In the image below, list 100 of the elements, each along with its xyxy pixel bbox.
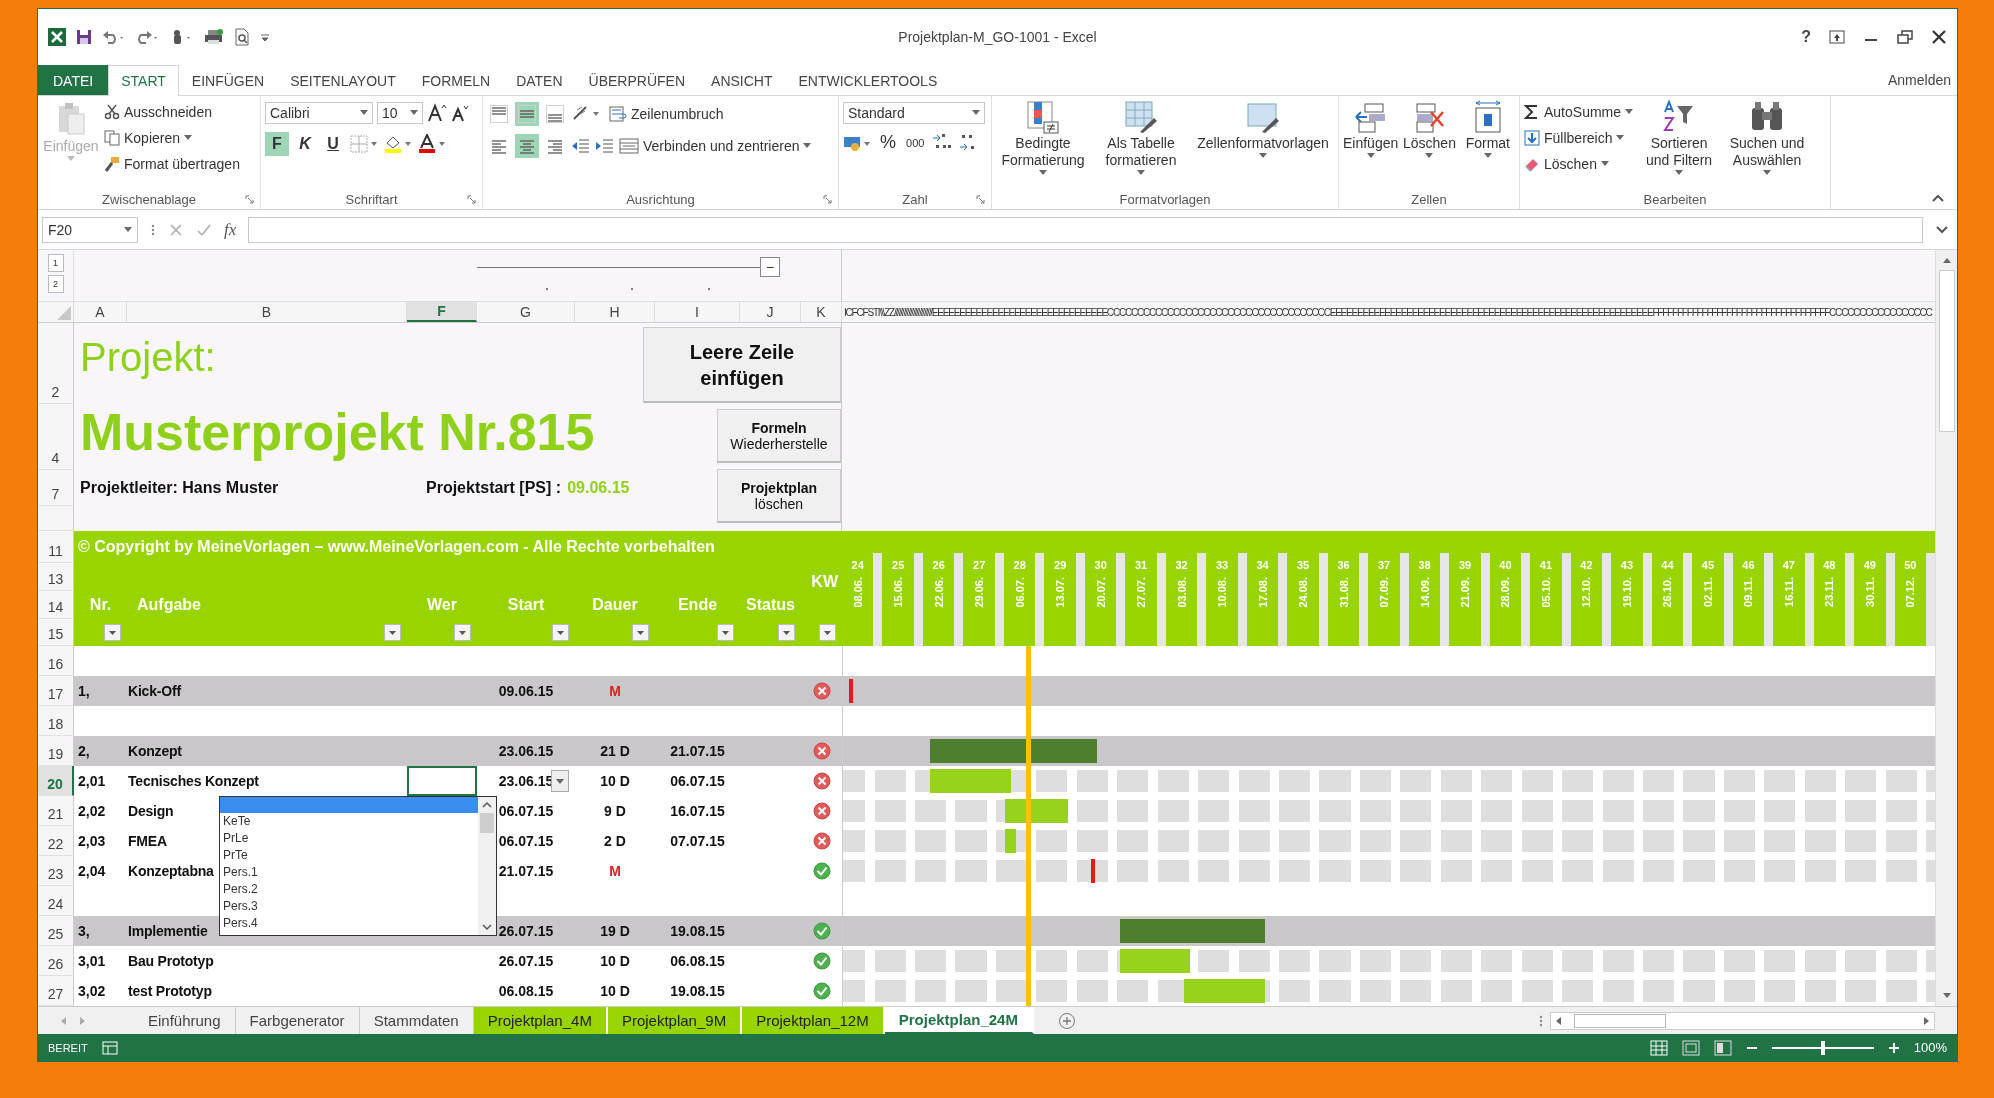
scrollbar-thumb[interactable] xyxy=(480,813,494,833)
help-button[interactable]: ? xyxy=(1801,28,1811,46)
thousands-separator-button[interactable]: 000 xyxy=(903,136,928,149)
row-header[interactable]: 14 xyxy=(38,591,74,619)
dropdown-item[interactable]: Pers.2 xyxy=(220,881,478,898)
dialog-launcher-icon[interactable] xyxy=(245,195,254,204)
row-header[interactable]: 18 xyxy=(38,706,74,736)
page-break-icon[interactable] xyxy=(1713,1039,1732,1056)
editing-button[interactable]: Füllbereich xyxy=(1524,126,1634,150)
outline-collapse-button[interactable]: − xyxy=(760,257,780,277)
scrollbar-thumb[interactable] xyxy=(1938,270,1955,432)
insert-function-button[interactable]: fx xyxy=(224,219,237,240)
dropdown-item[interactable]: PrTe xyxy=(220,847,478,864)
row-header[interactable]: 15 xyxy=(38,619,74,646)
filter-dropdown-icon[interactable] xyxy=(632,624,649,641)
font-family-field[interactable]: Calibri xyxy=(265,102,373,124)
close-icon[interactable] xyxy=(1931,30,1947,44)
column-header[interactable]: I xyxy=(655,302,740,322)
ribbon-tab[interactable]: EINFÜGEN xyxy=(178,65,278,95)
macro-record-icon[interactable] xyxy=(101,1040,118,1055)
outline-level-button[interactable]: 2 xyxy=(47,275,64,293)
row-header[interactable]: 26 xyxy=(38,946,74,976)
ribbon-display-icon[interactable] xyxy=(1829,30,1845,44)
font-style-button[interactable]: U xyxy=(321,132,345,156)
cell-dropdown-icon[interactable] xyxy=(551,770,569,792)
scrollbar-thumb[interactable] xyxy=(1574,1013,1666,1028)
customize-caret-icon[interactable] xyxy=(260,32,270,42)
font-style-button[interactable]: K xyxy=(293,132,317,156)
dropdown-item[interactable]: KeTe xyxy=(220,813,478,830)
row-header[interactable]: 22 xyxy=(38,826,74,856)
outline-level-button[interactable]: 1 xyxy=(47,254,64,272)
editing-button[interactable]: AutoSumme xyxy=(1524,100,1634,124)
dropdown-list[interactable]: KeTe PrLe PrTe Pers.1 Pers.2 Pers.3 Pers.4 xyxy=(219,796,497,936)
normal-view-icon[interactable] xyxy=(1649,1039,1668,1056)
ribbon-tab[interactable]: SEITENLAYOUT xyxy=(277,65,409,95)
dropdown-item[interactable]: PrLe xyxy=(220,830,478,847)
ribbon-tab[interactable]: START xyxy=(108,65,179,96)
styles-button[interactable]: Zellenformatvorlagen xyxy=(1192,100,1334,159)
vertical-align-button[interactable] xyxy=(515,102,539,126)
dropdown-item[interactable]: Pers.1 xyxy=(220,864,478,881)
restore-icon[interactable] xyxy=(1897,30,1913,44)
ribbon-tab[interactable]: FORMELN xyxy=(408,65,504,95)
row-header[interactable]: 7 xyxy=(38,470,74,506)
page-layout-icon[interactable] xyxy=(1681,1039,1700,1056)
grow-font-icon[interactable] xyxy=(427,103,447,123)
row-header[interactable]: 24 xyxy=(38,886,74,916)
expand-caret-icon[interactable] xyxy=(1935,224,1949,235)
split-handle-icon[interactable] xyxy=(1538,1013,1544,1028)
editing-button[interactable]: Suchen und Auswählen xyxy=(1725,100,1810,176)
cells-button[interactable]: Format xyxy=(1460,100,1515,159)
row-header[interactable]: 27 xyxy=(38,976,74,1006)
column-header[interactable]: A xyxy=(74,302,127,322)
editing-button[interactable]: Sortieren und Filtern xyxy=(1637,100,1722,176)
ribbon-tab[interactable]: ÜBERPRÜFEN xyxy=(575,65,699,95)
fill-color-icon[interactable] xyxy=(383,134,413,154)
sheet-tab[interactable]: Projektplan_24M xyxy=(884,1007,1034,1034)
cells-button[interactable]: Löschen xyxy=(1402,100,1457,159)
name-box[interactable]: F20 xyxy=(42,216,138,243)
filter-dropdown-icon[interactable] xyxy=(778,624,795,641)
font-color-icon[interactable] xyxy=(417,134,447,154)
vertical-align-button[interactable] xyxy=(487,102,511,126)
filter-dropdown-icon[interactable] xyxy=(104,624,121,641)
row-header[interactable]: 13 xyxy=(38,563,74,591)
collapse-ribbon-icon[interactable] xyxy=(1931,193,1945,203)
styles-button[interactable]: Als Tabelle formatieren xyxy=(1094,100,1189,176)
cells-button[interactable]: Einfügen xyxy=(1343,100,1399,159)
sheet-tab[interactable]: Projektplan_4M xyxy=(473,1007,608,1034)
filter-dropdown-icon[interactable] xyxy=(454,624,471,641)
sheet-button[interactable]: Projektplan löschen xyxy=(717,469,841,523)
dropdown-item[interactable]: Pers.4 xyxy=(220,915,478,932)
column-header[interactable]: J xyxy=(740,302,801,322)
scroll-right-icon[interactable] xyxy=(1921,1015,1931,1026)
dialog-launcher-icon[interactable] xyxy=(467,195,476,204)
merge-center-button[interactable]: Verbinden und zentrieren xyxy=(619,134,812,158)
sign-in-link[interactable]: Anmelden xyxy=(1887,65,1957,95)
percent-button[interactable]: % xyxy=(877,132,899,153)
increase-indent-icon[interactable] xyxy=(595,137,615,155)
sheet-tab[interactable]: Projektplan_9M xyxy=(607,1007,743,1034)
sheet-tab[interactable]: Projektplan_12M xyxy=(742,1007,885,1034)
filter-dropdown-icon[interactable] xyxy=(819,624,836,641)
sheet-button[interactable]: Leere Zeile einfügen xyxy=(643,327,841,403)
filter-dropdown-icon[interactable] xyxy=(384,624,401,641)
clipboard-button[interactable]: Ausschneiden xyxy=(104,100,240,124)
scroll-left-icon[interactable] xyxy=(1554,1015,1564,1026)
print-preview-icon[interactable] xyxy=(234,28,250,46)
redo-icon[interactable] xyxy=(136,29,160,45)
column-header[interactable]: K xyxy=(801,302,842,322)
shrink-font-icon[interactable] xyxy=(451,103,469,123)
editing-button[interactable]: Löschen xyxy=(1524,152,1634,176)
dialog-launcher-icon[interactable] xyxy=(823,195,832,204)
add-sheet-icon[interactable] xyxy=(1057,1011,1076,1030)
wrap-text-button[interactable]: Zeilenumbruch xyxy=(609,102,724,126)
formula-input[interactable] xyxy=(248,216,1923,243)
zoom-in-icon[interactable] xyxy=(1887,1041,1900,1054)
row-header[interactable]: 11 xyxy=(38,531,74,563)
sheet-button[interactable]: Formeln Wiederherstelle xyxy=(717,409,841,463)
ribbon-tab[interactable]: ANSICHT xyxy=(698,65,786,95)
font-size-field[interactable]: 10 xyxy=(377,102,423,124)
clipboard-button[interactable]: Kopieren xyxy=(104,126,240,150)
ribbon-tab[interactable]: DATEN xyxy=(503,65,576,95)
